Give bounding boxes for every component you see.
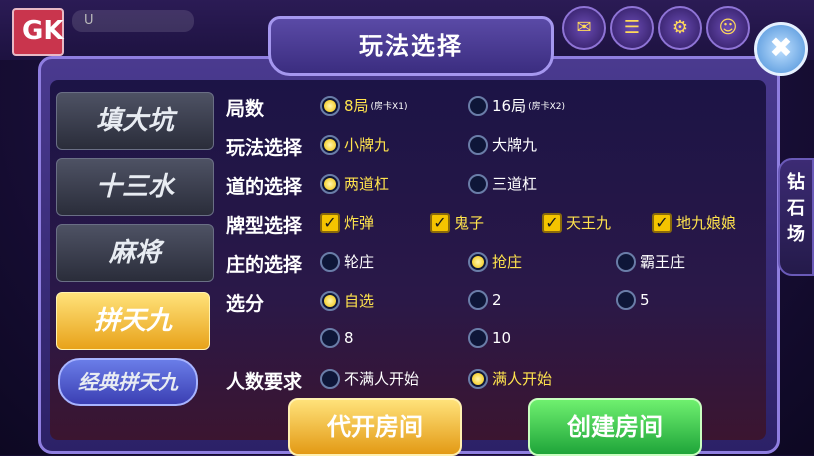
cards-option-dijiuniangniang[interactable]: ✓ 地九娘娘 <box>652 212 736 233</box>
option-text: 轮庄 <box>344 253 375 271</box>
mode-option-small[interactable]: 小牌九 <box>320 134 389 155</box>
option-text: 鬼子 <box>454 214 485 232</box>
option-text: 大牌九 <box>492 136 538 154</box>
option-text: 炸弹 <box>344 214 375 232</box>
cards-label: 牌型选择 <box>226 215 303 237</box>
radio-icon <box>468 95 488 116</box>
checkbox-checked-icon: ✓ <box>652 212 672 233</box>
radio-icon <box>320 251 340 272</box>
players-option-not-full[interactable]: 不满人开始 <box>320 368 419 389</box>
cards-option-ghost[interactable]: ✓ 鬼子 <box>430 212 484 233</box>
sidebar-item-shisanshui[interactable]: 十三水 <box>56 158 214 216</box>
radio-selected-icon <box>320 134 340 155</box>
sidebar-item-tiandakeng[interactable]: 填大坑 <box>56 92 214 150</box>
close-button[interactable]: ✖ <box>754 22 808 76</box>
option-text: 16局 <box>492 97 527 115</box>
diamond-room-tab[interactable]: 钻石场 <box>778 158 814 276</box>
bars-option-three[interactable]: 三道杠 <box>468 173 537 194</box>
option-text: 自选 <box>344 292 375 310</box>
rounds-option-8[interactable]: 8局 (房卡X1) <box>320 95 407 116</box>
option-text: 2 <box>492 291 502 309</box>
mode-option-big[interactable]: 大牌九 <box>468 134 537 155</box>
logo-icon: GK <box>22 16 64 46</box>
banker-option-tyrant[interactable]: 霸王庄 <box>616 251 685 272</box>
service-icon[interactable]: ☺ <box>706 6 750 50</box>
radio-selected-icon <box>468 368 488 389</box>
option-tag: (房卡X2) <box>528 102 566 112</box>
create-room-button[interactable]: 创建房间 <box>528 398 702 456</box>
mode-label: 玩法选择 <box>226 137 303 159</box>
players-option-full[interactable]: 满人开始 <box>468 368 552 389</box>
radio-selected-icon <box>320 290 340 311</box>
checkbox-checked-icon: ✓ <box>430 212 450 233</box>
checkbox-checked-icon: ✓ <box>320 212 340 233</box>
banker-option-grab[interactable]: 抢庄 <box>468 251 522 272</box>
proxy-room-button[interactable]: 代开房间 <box>288 398 462 456</box>
option-text: 满人开始 <box>492 370 553 388</box>
sidebar-item-majiang[interactable]: 麻将 <box>56 224 214 282</box>
option-text: 8 <box>344 329 354 347</box>
settings-icon[interactable]: ⚙ <box>658 6 702 50</box>
cards-option-bomb[interactable]: ✓ 炸弹 <box>320 212 374 233</box>
diamond-room-label: 钻石场 <box>787 172 805 245</box>
option-text: 天王九 <box>566 214 612 232</box>
rounds-label: 局数 <box>226 98 265 120</box>
checkbox-checked-icon: ✓ <box>542 212 562 233</box>
cards-option-tianwangjiu[interactable]: ✓ 天王九 <box>542 212 611 233</box>
avatar[interactable]: GK <box>12 8 64 56</box>
option-text: 小牌九 <box>344 136 390 154</box>
score-label: 选分 <box>226 293 265 315</box>
score-option-8[interactable]: 8 <box>320 328 354 348</box>
radio-selected-icon <box>320 173 340 194</box>
sidebar-item-pintianjiu[interactable]: 拼天九 <box>56 292 210 350</box>
radio-icon <box>320 368 340 389</box>
radio-icon <box>616 290 636 310</box>
option-text: 抢庄 <box>492 253 523 271</box>
rounds-option-16[interactable]: 16局 (房卡X2) <box>468 95 565 116</box>
sidebar-sub-item-classic[interactable]: 经典拼天九 <box>58 358 198 406</box>
option-text: 三道杠 <box>492 175 538 193</box>
option-text: 10 <box>492 329 512 347</box>
radio-icon <box>468 134 488 155</box>
radio-icon <box>320 328 340 348</box>
mail-icon[interactable]: ✉ <box>562 6 606 50</box>
dialog-title: 玩法选择 <box>268 16 554 76</box>
radio-selected-icon <box>468 251 488 272</box>
option-text: 5 <box>640 291 650 309</box>
score-option-2[interactable]: 2 <box>468 290 502 310</box>
bars-label: 道的选择 <box>226 176 303 198</box>
radio-icon <box>616 251 636 272</box>
score-option-5[interactable]: 5 <box>616 290 650 310</box>
bars-option-two[interactable]: 两道杠 <box>320 173 389 194</box>
list-icon[interactable]: ☰ <box>610 6 654 50</box>
option-tag: (房卡X1) <box>370 102 408 112</box>
score-option-custom[interactable]: 自选 <box>320 290 374 311</box>
banker-label: 庄的选择 <box>226 254 303 276</box>
option-text: 霸王庄 <box>640 253 686 271</box>
option-text: 不满人开始 <box>344 370 420 388</box>
radio-icon <box>468 290 488 310</box>
option-text: 地九娘娘 <box>676 214 737 232</box>
radio-selected-icon <box>320 95 340 116</box>
score-option-10[interactable]: 10 <box>468 328 511 348</box>
option-text: 两道杠 <box>344 175 390 193</box>
banker-option-rotate[interactable]: 轮庄 <box>320 251 374 272</box>
radio-icon <box>468 328 488 348</box>
players-label: 人数要求 <box>226 371 303 393</box>
option-text: 8局 <box>344 97 369 115</box>
radio-icon <box>468 173 488 194</box>
username: U <box>72 10 194 32</box>
